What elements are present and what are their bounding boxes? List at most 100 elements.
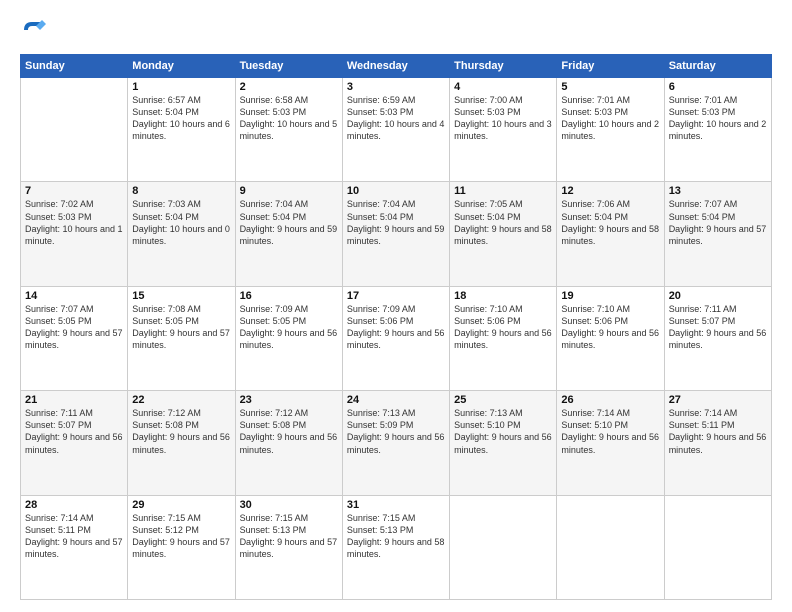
day-header-wednesday: Wednesday — [342, 55, 449, 78]
calendar-cell: 24Sunrise: 7:13 AM Sunset: 5:09 PM Dayli… — [342, 391, 449, 495]
day-info: Sunrise: 7:14 AM Sunset: 5:11 PM Dayligh… — [25, 512, 123, 561]
day-number: 26 — [561, 394, 659, 406]
day-info: Sunrise: 7:04 AM Sunset: 5:04 PM Dayligh… — [240, 198, 338, 247]
calendar-cell — [664, 495, 771, 599]
logo — [20, 16, 52, 44]
day-number: 15 — [132, 290, 230, 302]
day-header-saturday: Saturday — [664, 55, 771, 78]
logo-icon — [20, 16, 48, 44]
calendar-cell: 25Sunrise: 7:13 AM Sunset: 5:10 PM Dayli… — [450, 391, 557, 495]
day-info: Sunrise: 7:00 AM Sunset: 5:03 PM Dayligh… — [454, 94, 552, 143]
day-header-monday: Monday — [128, 55, 235, 78]
day-info: Sunrise: 6:59 AM Sunset: 5:03 PM Dayligh… — [347, 94, 445, 143]
day-info: Sunrise: 7:15 AM Sunset: 5:12 PM Dayligh… — [132, 512, 230, 561]
calendar-cell — [557, 495, 664, 599]
day-header-tuesday: Tuesday — [235, 55, 342, 78]
day-number: 3 — [347, 81, 445, 93]
day-number: 21 — [25, 394, 123, 406]
day-info: Sunrise: 6:58 AM Sunset: 5:03 PM Dayligh… — [240, 94, 338, 143]
calendar-week-row: 21Sunrise: 7:11 AM Sunset: 5:07 PM Dayli… — [21, 391, 772, 495]
calendar-table: SundayMondayTuesdayWednesdayThursdayFrid… — [20, 54, 772, 600]
day-info: Sunrise: 7:13 AM Sunset: 5:10 PM Dayligh… — [454, 407, 552, 456]
day-header-sunday: Sunday — [21, 55, 128, 78]
day-number: 4 — [454, 81, 552, 93]
day-number: 30 — [240, 499, 338, 511]
calendar-cell: 9Sunrise: 7:04 AM Sunset: 5:04 PM Daylig… — [235, 182, 342, 286]
day-number: 16 — [240, 290, 338, 302]
day-number: 12 — [561, 185, 659, 197]
calendar-cell: 16Sunrise: 7:09 AM Sunset: 5:05 PM Dayli… — [235, 286, 342, 390]
calendar-cell: 5Sunrise: 7:01 AM Sunset: 5:03 PM Daylig… — [557, 78, 664, 182]
day-number: 23 — [240, 394, 338, 406]
calendar-cell — [450, 495, 557, 599]
day-number: 27 — [669, 394, 767, 406]
calendar-week-row: 14Sunrise: 7:07 AM Sunset: 5:05 PM Dayli… — [21, 286, 772, 390]
calendar-cell: 7Sunrise: 7:02 AM Sunset: 5:03 PM Daylig… — [21, 182, 128, 286]
day-number: 2 — [240, 81, 338, 93]
day-number: 9 — [240, 185, 338, 197]
day-number: 13 — [669, 185, 767, 197]
calendar-week-row: 7Sunrise: 7:02 AM Sunset: 5:03 PM Daylig… — [21, 182, 772, 286]
day-info: Sunrise: 7:08 AM Sunset: 5:05 PM Dayligh… — [132, 303, 230, 352]
calendar-cell: 12Sunrise: 7:06 AM Sunset: 5:04 PM Dayli… — [557, 182, 664, 286]
day-info: Sunrise: 7:12 AM Sunset: 5:08 PM Dayligh… — [132, 407, 230, 456]
calendar-cell: 17Sunrise: 7:09 AM Sunset: 5:06 PM Dayli… — [342, 286, 449, 390]
day-number: 5 — [561, 81, 659, 93]
calendar-cell: 31Sunrise: 7:15 AM Sunset: 5:13 PM Dayli… — [342, 495, 449, 599]
calendar-cell: 13Sunrise: 7:07 AM Sunset: 5:04 PM Dayli… — [664, 182, 771, 286]
calendar-cell: 20Sunrise: 7:11 AM Sunset: 5:07 PM Dayli… — [664, 286, 771, 390]
calendar-cell: 11Sunrise: 7:05 AM Sunset: 5:04 PM Dayli… — [450, 182, 557, 286]
day-info: Sunrise: 7:04 AM Sunset: 5:04 PM Dayligh… — [347, 198, 445, 247]
calendar-cell: 1Sunrise: 6:57 AM Sunset: 5:04 PM Daylig… — [128, 78, 235, 182]
calendar-week-row: 1Sunrise: 6:57 AM Sunset: 5:04 PM Daylig… — [21, 78, 772, 182]
day-number: 24 — [347, 394, 445, 406]
day-number: 1 — [132, 81, 230, 93]
calendar-cell: 29Sunrise: 7:15 AM Sunset: 5:12 PM Dayli… — [128, 495, 235, 599]
calendar-cell: 10Sunrise: 7:04 AM Sunset: 5:04 PM Dayli… — [342, 182, 449, 286]
day-number: 19 — [561, 290, 659, 302]
day-info: Sunrise: 7:09 AM Sunset: 5:06 PM Dayligh… — [347, 303, 445, 352]
day-info: Sunrise: 7:10 AM Sunset: 5:06 PM Dayligh… — [454, 303, 552, 352]
day-info: Sunrise: 7:12 AM Sunset: 5:08 PM Dayligh… — [240, 407, 338, 456]
day-info: Sunrise: 6:57 AM Sunset: 5:04 PM Dayligh… — [132, 94, 230, 143]
day-number: 6 — [669, 81, 767, 93]
day-number: 25 — [454, 394, 552, 406]
calendar-cell: 15Sunrise: 7:08 AM Sunset: 5:05 PM Dayli… — [128, 286, 235, 390]
calendar-cell: 21Sunrise: 7:11 AM Sunset: 5:07 PM Dayli… — [21, 391, 128, 495]
day-header-friday: Friday — [557, 55, 664, 78]
day-number: 22 — [132, 394, 230, 406]
calendar-cell: 22Sunrise: 7:12 AM Sunset: 5:08 PM Dayli… — [128, 391, 235, 495]
day-info: Sunrise: 7:11 AM Sunset: 5:07 PM Dayligh… — [669, 303, 767, 352]
day-number: 20 — [669, 290, 767, 302]
day-number: 29 — [132, 499, 230, 511]
day-info: Sunrise: 7:15 AM Sunset: 5:13 PM Dayligh… — [240, 512, 338, 561]
day-info: Sunrise: 7:09 AM Sunset: 5:05 PM Dayligh… — [240, 303, 338, 352]
day-number: 18 — [454, 290, 552, 302]
day-number: 10 — [347, 185, 445, 197]
calendar-week-row: 28Sunrise: 7:14 AM Sunset: 5:11 PM Dayli… — [21, 495, 772, 599]
day-info: Sunrise: 7:10 AM Sunset: 5:06 PM Dayligh… — [561, 303, 659, 352]
day-info: Sunrise: 7:03 AM Sunset: 5:04 PM Dayligh… — [132, 198, 230, 247]
calendar-cell: 19Sunrise: 7:10 AM Sunset: 5:06 PM Dayli… — [557, 286, 664, 390]
day-number: 7 — [25, 185, 123, 197]
day-info: Sunrise: 7:02 AM Sunset: 5:03 PM Dayligh… — [25, 198, 123, 247]
calendar-page: SundayMondayTuesdayWednesdayThursdayFrid… — [0, 0, 792, 612]
calendar-header-row: SundayMondayTuesdayWednesdayThursdayFrid… — [21, 55, 772, 78]
day-info: Sunrise: 7:11 AM Sunset: 5:07 PM Dayligh… — [25, 407, 123, 456]
day-number: 8 — [132, 185, 230, 197]
day-info: Sunrise: 7:01 AM Sunset: 5:03 PM Dayligh… — [561, 94, 659, 143]
day-info: Sunrise: 7:07 AM Sunset: 5:04 PM Dayligh… — [669, 198, 767, 247]
calendar-cell: 27Sunrise: 7:14 AM Sunset: 5:11 PM Dayli… — [664, 391, 771, 495]
day-info: Sunrise: 7:07 AM Sunset: 5:05 PM Dayligh… — [25, 303, 123, 352]
calendar-cell: 23Sunrise: 7:12 AM Sunset: 5:08 PM Dayli… — [235, 391, 342, 495]
day-header-thursday: Thursday — [450, 55, 557, 78]
day-info: Sunrise: 7:14 AM Sunset: 5:11 PM Dayligh… — [669, 407, 767, 456]
day-number: 11 — [454, 185, 552, 197]
calendar-cell: 26Sunrise: 7:14 AM Sunset: 5:10 PM Dayli… — [557, 391, 664, 495]
day-info: Sunrise: 7:15 AM Sunset: 5:13 PM Dayligh… — [347, 512, 445, 561]
calendar-cell: 2Sunrise: 6:58 AM Sunset: 5:03 PM Daylig… — [235, 78, 342, 182]
day-info: Sunrise: 7:06 AM Sunset: 5:04 PM Dayligh… — [561, 198, 659, 247]
calendar-cell: 28Sunrise: 7:14 AM Sunset: 5:11 PM Dayli… — [21, 495, 128, 599]
calendar-cell: 14Sunrise: 7:07 AM Sunset: 5:05 PM Dayli… — [21, 286, 128, 390]
calendar-cell: 3Sunrise: 6:59 AM Sunset: 5:03 PM Daylig… — [342, 78, 449, 182]
